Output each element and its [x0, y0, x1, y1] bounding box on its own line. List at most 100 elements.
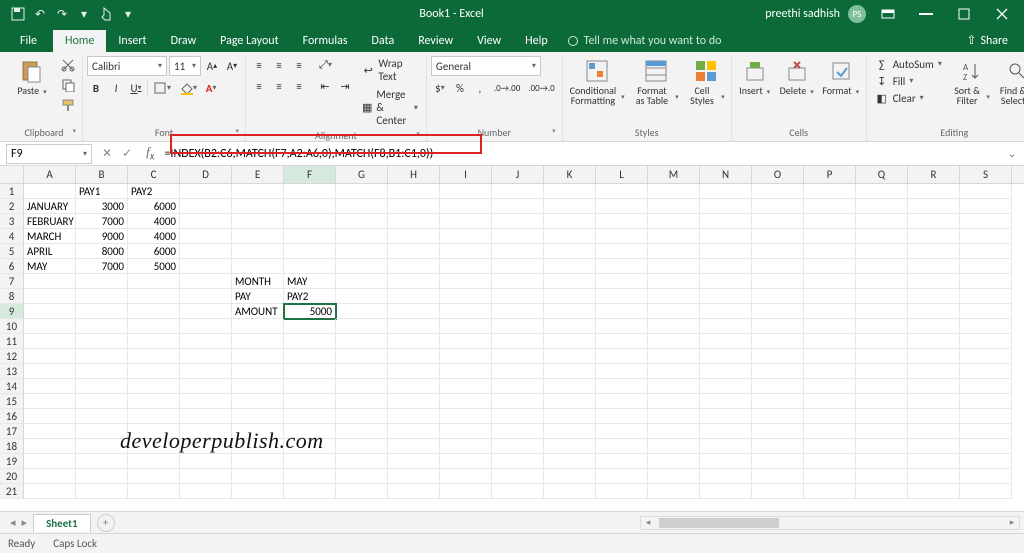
cell-F1[interactable] [284, 184, 336, 199]
cell-O8[interactable] [752, 289, 804, 304]
row-header-11[interactable]: 11 [0, 334, 24, 349]
cell-M18[interactable] [648, 439, 700, 454]
cell-J19[interactable] [492, 454, 544, 469]
column-header-B[interactable]: B [76, 166, 128, 183]
tab-view[interactable]: View [465, 30, 513, 52]
find-select-button[interactable]: Find & Select [996, 56, 1024, 108]
cell-J6[interactable] [492, 259, 544, 274]
cell-H3[interactable] [388, 214, 440, 229]
cell-E10[interactable] [232, 319, 284, 334]
cell-G11[interactable] [336, 334, 388, 349]
cell-B13[interactable] [76, 364, 128, 379]
scroll-right-icon[interactable]: ▸ [1005, 517, 1019, 528]
cell-C12[interactable] [128, 349, 180, 364]
cell-P18[interactable] [804, 439, 856, 454]
cell-L7[interactable] [596, 274, 648, 289]
cell-Q9[interactable] [856, 304, 908, 319]
cell-A17[interactable] [24, 424, 76, 439]
cell-S14[interactable] [960, 379, 1012, 394]
cell-M5[interactable] [648, 244, 700, 259]
cell-A11[interactable] [24, 334, 76, 349]
cell-A15[interactable] [24, 394, 76, 409]
cell-Q5[interactable] [856, 244, 908, 259]
cell-S17[interactable] [960, 424, 1012, 439]
cell-J9[interactable] [492, 304, 544, 319]
cell-J8[interactable] [492, 289, 544, 304]
cell-H1[interactable] [388, 184, 440, 199]
cell-J5[interactable] [492, 244, 544, 259]
cell-D15[interactable] [180, 394, 232, 409]
cell-D3[interactable] [180, 214, 232, 229]
cell-E16[interactable] [232, 409, 284, 424]
cell-H4[interactable] [388, 229, 440, 244]
cell-P16[interactable] [804, 409, 856, 424]
cell-D2[interactable] [180, 199, 232, 214]
row-header-1[interactable]: 1 [0, 184, 24, 199]
cell-K9[interactable] [544, 304, 596, 319]
cell-S15[interactable] [960, 394, 1012, 409]
cell-E9[interactable]: AMOUNT [232, 304, 284, 319]
cell-D1[interactable] [180, 184, 232, 199]
fx-icon[interactable]: fx [140, 144, 160, 163]
cell-Q8[interactable] [856, 289, 908, 304]
cell-S9[interactable] [960, 304, 1012, 319]
row-header-7[interactable]: 7 [0, 274, 24, 289]
tab-draw[interactable]: Draw [159, 30, 209, 52]
cell-G9[interactable] [336, 304, 388, 319]
cell-I16[interactable] [440, 409, 492, 424]
cell-M11[interactable] [648, 334, 700, 349]
format-cells-button[interactable]: Format [820, 56, 862, 98]
row-header-21[interactable]: 21 [0, 484, 24, 499]
cell-N17[interactable] [700, 424, 752, 439]
cell-M17[interactable] [648, 424, 700, 439]
cell-J4[interactable] [492, 229, 544, 244]
row-header-10[interactable]: 10 [0, 319, 24, 334]
fill-color-button[interactable]: ▾ [176, 79, 200, 97]
fill-button[interactable]: ↧Fill▾ [871, 73, 946, 89]
cell-C7[interactable] [128, 274, 180, 289]
cell-L20[interactable] [596, 469, 648, 484]
cell-I9[interactable] [440, 304, 492, 319]
cell-J20[interactable] [492, 469, 544, 484]
cell-A4[interactable]: MARCH [24, 229, 76, 244]
cell-C9[interactable] [128, 304, 180, 319]
row-header-12[interactable]: 12 [0, 349, 24, 364]
cell-S21[interactable] [960, 484, 1012, 499]
insert-cells-button[interactable]: Insert [736, 56, 774, 98]
cell-Q20[interactable] [856, 469, 908, 484]
number-format-select[interactable]: General▾ [431, 56, 541, 76]
cell-E18[interactable] [232, 439, 284, 454]
cell-B15[interactable] [76, 394, 128, 409]
cell-S5[interactable] [960, 244, 1012, 259]
column-header-P[interactable]: P [804, 166, 856, 183]
cell-F10[interactable] [284, 319, 336, 334]
column-header-L[interactable]: L [596, 166, 648, 183]
cell-S16[interactable] [960, 409, 1012, 424]
maximize-icon[interactable] [946, 0, 982, 28]
cell-B14[interactable] [76, 379, 128, 394]
touch-mode-icon[interactable] [98, 6, 114, 22]
cell-M13[interactable] [648, 364, 700, 379]
cell-N16[interactable] [700, 409, 752, 424]
cell-S11[interactable] [960, 334, 1012, 349]
align-top-button[interactable]: ≡ [250, 56, 268, 74]
cell-A16[interactable] [24, 409, 76, 424]
cell-J14[interactable] [492, 379, 544, 394]
percent-button[interactable]: % [451, 79, 469, 97]
cell-B12[interactable] [76, 349, 128, 364]
cut-button[interactable] [58, 56, 78, 74]
cell-I8[interactable] [440, 289, 492, 304]
cell-N19[interactable] [700, 454, 752, 469]
cell-J17[interactable] [492, 424, 544, 439]
cell-S1[interactable] [960, 184, 1012, 199]
cell-I17[interactable] [440, 424, 492, 439]
cell-B16[interactable] [76, 409, 128, 424]
cell-K3[interactable] [544, 214, 596, 229]
column-header-A[interactable]: A [24, 166, 76, 183]
cell-G7[interactable] [336, 274, 388, 289]
cell-Q15[interactable] [856, 394, 908, 409]
cell-O11[interactable] [752, 334, 804, 349]
cell-P12[interactable] [804, 349, 856, 364]
cell-M19[interactable] [648, 454, 700, 469]
cell-N6[interactable] [700, 259, 752, 274]
